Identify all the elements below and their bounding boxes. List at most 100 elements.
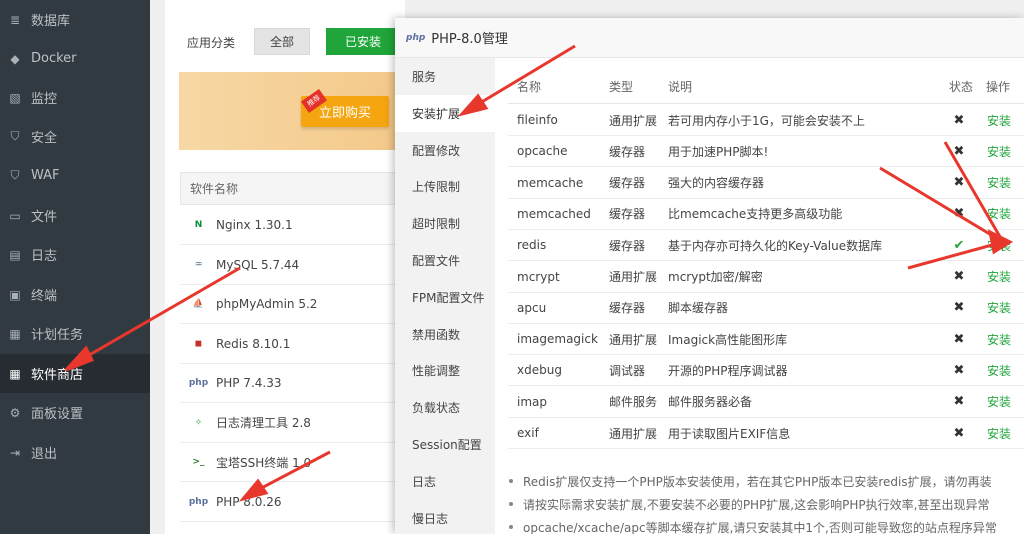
note-text: 请按实际需求安装扩展,不要安装不必要的PHP扩展,这会影响PHP执行效率,甚至出… bbox=[523, 497, 990, 512]
sidebar-item-label: 计划任务 bbox=[31, 328, 84, 343]
software-row[interactable]: N Nginx 1.30.1 bbox=[180, 206, 398, 245]
sidebar-item-4[interactable]: ⛉ WAF bbox=[0, 156, 150, 195]
filter-all-button[interactable]: 全部 bbox=[254, 28, 310, 55]
table-row: redis 缓存器 基于内存亦可持久化的Key-Value数据库 ✔ 安装 bbox=[508, 230, 1024, 262]
install-button[interactable]: 安装 bbox=[987, 387, 1011, 417]
ext-type: 缓存器 bbox=[609, 144, 646, 159]
ext-desc: 用于读取图片EXIF信息 bbox=[668, 426, 791, 441]
filter-installed-button[interactable]: 已安装 bbox=[326, 28, 400, 55]
broom-icon: ✧ bbox=[194, 417, 203, 428]
ext-name: fileinfo bbox=[517, 113, 558, 127]
sidebar-item-10[interactable]: ⚙ 面板设置 bbox=[0, 393, 150, 432]
modal-nav-item-12[interactable]: 慢日志 bbox=[395, 500, 495, 534]
modal-nav-item-0[interactable]: 服务 bbox=[395, 58, 495, 95]
software-row[interactable]: ◼ Redis 8.10.1 bbox=[180, 325, 398, 364]
not-installed-x-icon: ✖ bbox=[953, 425, 965, 441]
shield-icon: ⛉ bbox=[10, 129, 20, 143]
php-logo-icon: php bbox=[406, 32, 426, 43]
sidebar-item-6[interactable]: ▤ 日志 bbox=[0, 235, 150, 274]
software-row[interactable]: php PHP 8.0.26 bbox=[180, 483, 398, 522]
ext-name: redis bbox=[517, 238, 547, 253]
install-button[interactable]: 安装 bbox=[987, 230, 1011, 260]
ext-desc: mcrypt加密/解密 bbox=[668, 270, 763, 284]
sidebar-item-11[interactable]: ⇥ 退出 bbox=[0, 433, 150, 472]
software-row[interactable]: ♒ MySQL 5.7.44 bbox=[180, 246, 398, 285]
install-button[interactable]: 安装 bbox=[987, 324, 1011, 354]
table-row: fileinfo 通用扩展 若可用内存小于1G，可能会安装不上 ✖ 安装 bbox=[508, 105, 1024, 136]
ext-type: 缓存器 bbox=[609, 238, 646, 253]
modal-nav-item-11[interactable]: 日志 bbox=[395, 463, 495, 500]
software-row[interactable]: ⛵ phpMyAdmin 5.2 bbox=[180, 285, 398, 324]
ext-name: xdebug bbox=[517, 363, 562, 378]
note-text: opcache/xcache/apc等脚本缓存扩展,请只安装其中1个,否则可能导… bbox=[523, 520, 997, 534]
note-item: Redis扩展仅支持一个PHP版本安装使用，若在其它PHP版本已安装redis扩… bbox=[508, 470, 1024, 492]
sidebar-item-8[interactable]: ▦ 计划任务 bbox=[0, 314, 150, 353]
ext-name: memcache bbox=[517, 175, 584, 190]
install-button[interactable]: 安装 bbox=[987, 262, 1011, 292]
modal-nav-item-6[interactable]: FPM配置文件 bbox=[395, 279, 495, 316]
software-name: 日志清理工具 2.8 bbox=[216, 416, 311, 430]
install-button[interactable]: 安装 bbox=[987, 105, 1011, 135]
table-row: xdebug 调试器 开源的PHP程序调试器 ✖ 安装 bbox=[508, 355, 1024, 387]
ext-name: memcached bbox=[517, 206, 591, 221]
php-manage-modal: php PHP-8.0管理 服务 安装扩展 配置修改 上传限制 超时限制 配置文件 FPM配… bbox=[395, 18, 1024, 534]
sidebar-item-3[interactable]: ⛉ 安全 bbox=[0, 117, 150, 156]
note-item: opcache/xcache/apc等脚本缓存扩展,请只安装其中1个,否则可能导… bbox=[508, 516, 1024, 534]
modal-nav-item-3[interactable]: 上传限制 bbox=[395, 168, 495, 205]
php-icon: php bbox=[188, 378, 209, 388]
ext-type: 通用扩展 bbox=[609, 113, 658, 128]
ext-desc: 用于加速PHP脚本! bbox=[668, 144, 769, 159]
install-button[interactable]: 安装 bbox=[987, 293, 1011, 323]
sidebar-item-9[interactable]: ▦ 软件商店 bbox=[0, 354, 150, 393]
modal-nav-item-4[interactable]: 超时限制 bbox=[395, 205, 495, 242]
mysql-icon: ♒ bbox=[194, 259, 203, 270]
modal-nav-item-7[interactable]: 禁用函数 bbox=[395, 316, 495, 353]
sidebar-item-2[interactable]: ▧ 监控 bbox=[0, 78, 150, 117]
install-button[interactable]: 安装 bbox=[987, 199, 1011, 229]
not-installed-x-icon: ✖ bbox=[953, 175, 965, 191]
install-button[interactable]: 安装 bbox=[987, 168, 1011, 198]
not-installed-x-icon: ✖ bbox=[953, 112, 965, 128]
docker-icon: ◆ bbox=[10, 51, 20, 66]
note-item: 请按实际需求安装扩展,不要安装不必要的PHP扩展,这会影响PHP执行效率,甚至出… bbox=[508, 493, 1024, 515]
modal-nav-item-9[interactable]: 负载状态 bbox=[395, 389, 495, 426]
folder-icon: ▭ bbox=[9, 208, 21, 223]
sidebar-item-0[interactable]: ≣ 数据库 bbox=[0, 0, 150, 39]
ext-type: 通用扩展 bbox=[609, 426, 658, 441]
sidebar-item-label: WAF bbox=[31, 168, 60, 183]
modal-nav-item-1[interactable]: 安装扩展 bbox=[395, 94, 495, 132]
ext-desc: 若可用内存小于1G，可能会安装不上 bbox=[668, 113, 865, 128]
software-row[interactable]: php PHP 7.4.33 bbox=[180, 364, 398, 403]
sidebar-item-label: 监控 bbox=[31, 92, 58, 107]
sidebar-item-5[interactable]: ▭ 文件 bbox=[0, 196, 150, 235]
modal-nav-item-8[interactable]: 性能调整 bbox=[395, 352, 495, 389]
install-button[interactable]: 安装 bbox=[987, 136, 1011, 166]
software-name: Nginx 1.30.1 bbox=[216, 218, 293, 232]
software-row[interactable]: ✧ 日志清理工具 2.8 bbox=[180, 404, 398, 443]
database-icon: ≣ bbox=[9, 12, 21, 27]
sidebar-item-label: 文件 bbox=[31, 210, 58, 225]
software-name: phpMyAdmin 5.2 bbox=[216, 297, 318, 311]
table-row: memcache 缓存器 强大的内容缓存器 ✖ 安装 bbox=[508, 168, 1024, 199]
sidebar-item-label: 安全 bbox=[31, 131, 58, 146]
modal-nav-item-2[interactable]: 配置修改 bbox=[395, 132, 495, 169]
note-text: Redis扩展仅支持一个PHP版本安装使用，若在其它PHP版本已安装redis扩… bbox=[523, 474, 992, 489]
not-installed-x-icon: ✖ bbox=[953, 269, 965, 284]
table-row: apcu 缓存器 脚本缓存器 ✖ 安装 bbox=[508, 293, 1024, 324]
ext-name: apcu bbox=[517, 300, 547, 315]
software-name: MySQL 5.7.44 bbox=[216, 257, 300, 272]
software-row[interactable]: >_ 宝塔SSH终端 1.0 bbox=[180, 443, 398, 482]
sidebar-item-7[interactable]: ▣ 终端 bbox=[0, 275, 150, 314]
modal-title-bar[interactable]: php PHP-8.0管理 bbox=[395, 18, 1024, 58]
sidebar-item-1[interactable]: ◆ Docker bbox=[0, 39, 150, 78]
filter-label: 应用分类 bbox=[187, 36, 236, 50]
bullet-icon bbox=[509, 502, 513, 506]
apps-grid-icon: ▦ bbox=[9, 366, 21, 381]
modal-nav-item-10[interactable]: Session配置 bbox=[395, 426, 495, 463]
not-installed-x-icon: ✖ bbox=[953, 300, 965, 316]
not-installed-x-icon: ✖ bbox=[953, 362, 965, 378]
install-button[interactable]: 安装 bbox=[987, 418, 1011, 448]
modal-nav: 服务 安装扩展 配置修改 上传限制 超时限制 配置文件 FPM配置文件 禁用函数 性能调整 负载状… bbox=[395, 58, 495, 534]
modal-nav-item-5[interactable]: 配置文件 bbox=[395, 242, 495, 279]
install-button[interactable]: 安装 bbox=[987, 355, 1011, 385]
